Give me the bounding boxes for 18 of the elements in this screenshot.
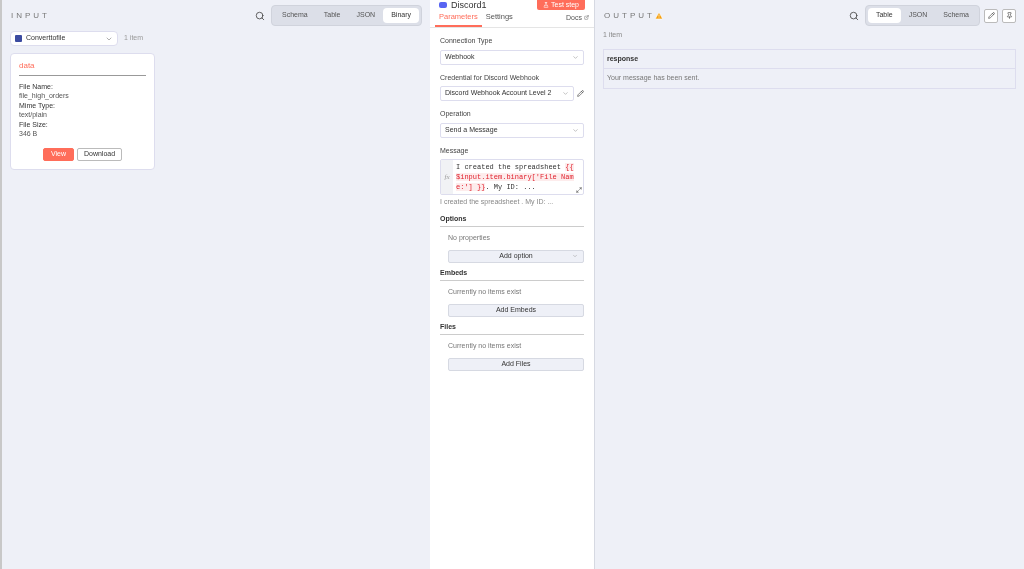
chevron-icon [572,53,579,61]
card-title: data [19,60,146,76]
external-link-icon [584,15,589,21]
pencil-icon [987,12,995,19]
pin-button[interactable] [1002,8,1016,23]
search-icon[interactable] [255,10,266,21]
chevron-icon [572,253,578,259]
expand-icon[interactable] [576,187,582,193]
panel-title: OUTPUT [604,9,655,22]
edit-button[interactable] [984,8,998,23]
pin-icon [1005,12,1013,19]
panel-title: INPUT [11,9,50,22]
chevron-icon [562,90,569,97]
node-title: Discord1 [451,0,487,11]
search-icon[interactable] [848,10,859,21]
pencil-icon[interactable] [577,90,584,97]
chevron-icon [572,126,579,134]
flask-icon [543,2,549,8]
